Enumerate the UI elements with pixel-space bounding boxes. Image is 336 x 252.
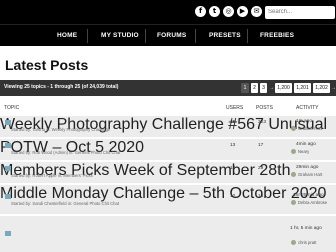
activity-time[interactable]: 1hr 25min ago xyxy=(293,193,324,198)
page-1[interactable]: 1 xyxy=(241,83,249,93)
nav-home[interactable]: HOME xyxy=(57,32,77,39)
post-count: 223 xyxy=(258,120,267,125)
page-2[interactable]: 2 xyxy=(251,83,258,93)
header-users: USERS xyxy=(226,105,244,111)
arrow-right-icon: → xyxy=(269,85,274,91)
topic-meta: Started by: Robert Apple in: Members' Pi… xyxy=(11,173,93,178)
header-posts: POSTS xyxy=(256,105,273,111)
activity-user[interactable]: Graham Hart xyxy=(298,126,322,131)
youtube-icon[interactable]: ▶ xyxy=(237,6,248,17)
user-count: 13 xyxy=(230,143,236,148)
nav-presets[interactable]: PRESETS xyxy=(209,32,241,39)
topic-meta: Started by: Tarsha in: Weekly Photograph… xyxy=(11,127,111,132)
activity-time[interactable]: 1 hr, 5 min ago xyxy=(290,226,322,231)
nav-forums[interactable]: FORUMS xyxy=(157,32,186,39)
search-input[interactable] xyxy=(265,6,335,19)
social-links: f t ◎ ▶ ✉ xyxy=(195,6,262,17)
page-1201[interactable]: 1,201 xyxy=(294,83,311,93)
nav-divider xyxy=(87,29,88,43)
table-row[interactable]: Weekly Photography Challenge #567 Unusua… xyxy=(0,115,336,137)
activity-user[interactable]: chris pratt xyxy=(298,240,316,245)
table-header: TOPIC USERS POSTS ACTIVITY xyxy=(0,103,336,115)
activity-user[interactable]: Debra Ambrose xyxy=(298,200,327,205)
header-topic: TOPIC xyxy=(4,105,20,111)
twitter-icon[interactable]: t xyxy=(209,6,220,17)
table-row[interactable]: 1 hr, 5 min ago chris pratt xyxy=(0,215,336,252)
activity-time[interactable]: 29min ago xyxy=(296,165,318,170)
nav-freebies[interactable]: FREEBIES xyxy=(260,32,294,39)
post-count: 17 xyxy=(258,143,264,148)
next-page-icon[interactable]: → xyxy=(331,83,336,93)
page-1200[interactable]: 1,200 xyxy=(275,83,292,93)
avatar xyxy=(291,172,296,177)
user-count: 12 xyxy=(230,194,236,199)
main-nav: HOME MY STUDIO FORUMS PRESETS FREEBIES xyxy=(0,24,336,46)
table-row[interactable]: Middle Monday Challenge – 5th October 20… xyxy=(0,184,336,214)
page-1202[interactable]: 1,202 xyxy=(313,83,330,93)
activity-user[interactable]: Neary xyxy=(298,149,309,154)
topic-icon xyxy=(5,166,11,171)
avatar xyxy=(291,200,296,205)
avatar xyxy=(291,240,296,245)
activity-user[interactable]: Graham Hart xyxy=(298,172,322,177)
page-title: Latest Posts xyxy=(5,57,89,73)
nav-divider xyxy=(145,29,146,43)
table-row[interactable]: POTW – Oct 5 2020 Started by: Rob Wood (… xyxy=(0,138,336,160)
avatar xyxy=(291,149,296,154)
post-count: 14 xyxy=(258,194,264,199)
page-3[interactable]: 3 xyxy=(260,83,267,93)
topic-icon xyxy=(5,120,11,125)
info-bar: Viewing 25 topics - 1 through 25 (of 24,… xyxy=(0,80,336,96)
activity-time[interactable]: 4min ago xyxy=(296,142,316,147)
user-count: 13 xyxy=(230,166,236,171)
topic-count: Viewing 25 topics - 1 through 25 (of 24,… xyxy=(4,84,119,90)
nav-divider xyxy=(195,29,196,43)
header-activity: ACTIVITY xyxy=(296,105,319,111)
post-count: 29 xyxy=(258,166,264,171)
activity-time[interactable]: 1m ago xyxy=(296,119,312,124)
topic-icon xyxy=(5,143,11,148)
topic-title[interactable]: Middle Monday Challenge – 5th October 20… xyxy=(0,185,326,202)
nav-divider xyxy=(247,29,248,43)
email-icon[interactable]: ✉ xyxy=(251,6,262,17)
topic-icon xyxy=(5,194,11,199)
nav-my-studio[interactable]: MY STUDIO xyxy=(101,32,139,39)
topic-meta: Started by: Sandi Chesterfield in: Gener… xyxy=(11,201,120,206)
table-row[interactable]: Members Picks Week of September 28th Sta… xyxy=(0,161,336,183)
user-count: 25 xyxy=(230,120,236,125)
top-bar: f t ◎ ▶ ✉ xyxy=(0,0,336,24)
avatar xyxy=(291,126,296,131)
facebook-icon[interactable]: f xyxy=(195,6,206,17)
topic-icon xyxy=(5,231,11,236)
instagram-icon[interactable]: ◎ xyxy=(223,6,234,17)
topic-meta: Started by: Rob Wood (Admin) in: General… xyxy=(11,150,121,155)
